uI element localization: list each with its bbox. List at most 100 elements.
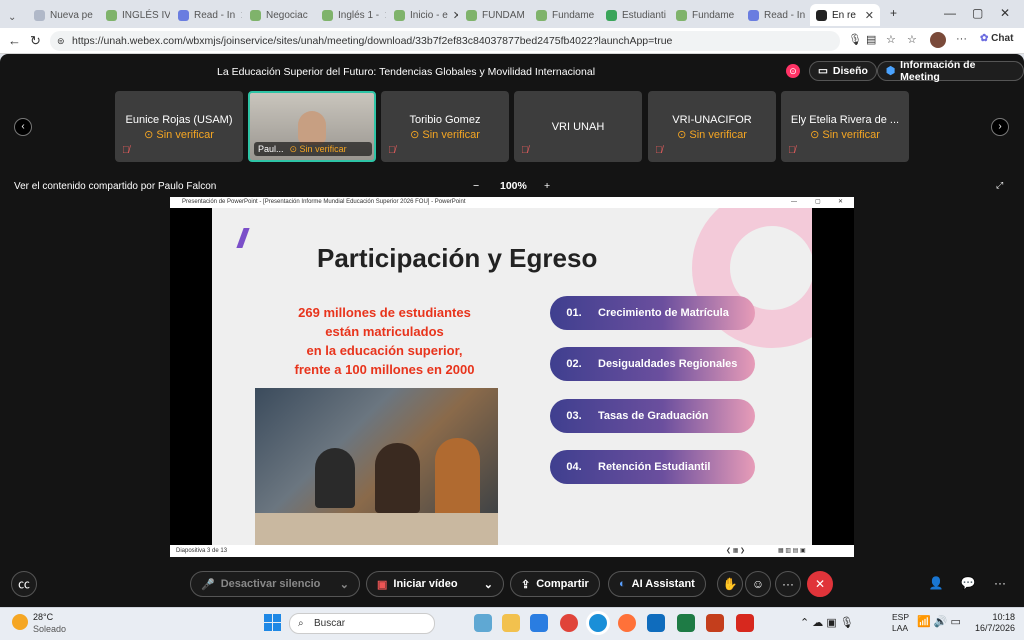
- browser-tab[interactable]: Inicio - e ✕: [388, 4, 458, 26]
- ai-assistant-button[interactable]: ◐ AI Assistant: [608, 571, 706, 597]
- more-panels-icon[interactable]: ···: [987, 571, 1013, 597]
- captions-icon[interactable]: ㏄: [11, 571, 37, 597]
- back-icon[interactable]: ←: [8, 33, 21, 48]
- tab-close-icon[interactable]: ✕: [384, 9, 386, 22]
- mic-icon[interactable]: 🎙: [848, 33, 862, 46]
- slide-accent: [236, 228, 250, 248]
- tab-label: En re: [832, 9, 856, 21]
- next-participants-button[interactable]: ›: [991, 118, 1009, 136]
- browser-tab[interactable]: Estudianti✕: [600, 4, 668, 26]
- acrobat-icon[interactable]: [736, 614, 754, 632]
- browser-tab[interactable]: En re ✕: [810, 4, 880, 26]
- reader-icon[interactable]: ▤: [866, 33, 876, 46]
- browser-tab[interactable]: FUNDAM✕: [460, 4, 528, 26]
- reactions-icon[interactable]: ☺: [745, 571, 771, 597]
- participant-tile[interactable]: Paul... ⊙ Sin verificar: [248, 91, 376, 162]
- share-button[interactable]: ⇪ Compartir: [510, 571, 600, 597]
- zoom-in-button[interactable]: +: [544, 180, 550, 192]
- tab-close-icon[interactable]: ✕: [865, 9, 874, 22]
- browser-tab[interactable]: Inglés 1 - ✕: [316, 4, 386, 26]
- start-video-button[interactable]: ▣ Iniciar vídeo ⌄: [366, 571, 504, 597]
- taskbar-search[interactable]: ⌕ Buscar: [289, 613, 435, 634]
- tray-icons[interactable]: ⌃ ☁ ▣ 🎙: [800, 616, 854, 629]
- edge-icon[interactable]: [589, 614, 607, 632]
- file-explorer-icon[interactable]: [502, 614, 520, 632]
- copilot-taskbar-icon[interactable]: [474, 614, 492, 632]
- chevron-down-icon[interactable]: ⌄: [484, 578, 493, 591]
- site-info-icon[interactable]: ⊜: [57, 31, 65, 51]
- slide-counter: Diapositiva 3 de 13: [176, 548, 228, 554]
- tab-close-icon[interactable]: ✕: [453, 9, 458, 22]
- layout-icon: ▭: [818, 65, 828, 77]
- tab-close-icon[interactable]: ✕: [739, 9, 740, 22]
- more-menu-icon[interactable]: ···: [956, 33, 967, 45]
- participant-tile[interactable]: Ely Etelia Rivera de ... ⊙ Sin verificar 🎙…: [781, 91, 909, 162]
- reload-icon[interactable]: ↻: [30, 33, 41, 49]
- participant-tile[interactable]: VRI UNAH 🎙̸: [514, 91, 642, 162]
- copilot-chat-button[interactable]: ✿ Chat: [980, 33, 1013, 44]
- browser-tab[interactable]: Fundame✕: [670, 4, 740, 26]
- outlook-new-icon[interactable]: [647, 614, 665, 632]
- new-tab-button[interactable]: +: [890, 6, 897, 20]
- leave-meeting-button[interactable]: ✕: [807, 571, 833, 597]
- minimize-button[interactable]: —: [944, 6, 956, 20]
- meeting-info-button[interactable]: ⬢ Información de Meeting: [877, 59, 1024, 83]
- more-options-icon[interactable]: ···: [775, 571, 801, 597]
- participant-status: ⊙ Sin verificar: [677, 129, 747, 141]
- browser-tab[interactable]: Read - In ✕: [172, 4, 242, 26]
- ppt-minimize-icon[interactable]: —: [791, 197, 797, 208]
- zoom-out-button[interactable]: −: [473, 180, 479, 192]
- close-window-button[interactable]: ✕: [1000, 6, 1010, 20]
- raise-hand-icon[interactable]: ✋: [717, 571, 743, 597]
- profile-avatar[interactable]: [930, 32, 946, 48]
- slide-item-4: 04. Retención Estudiantil: [550, 450, 755, 484]
- prev-slide-icon[interactable]: ❮ ▦ ❯: [726, 545, 745, 557]
- fullscreen-icon[interactable]: ⤢: [996, 180, 1003, 191]
- participant-name: Toribio Gomez: [409, 114, 481, 126]
- ppt-close-icon[interactable]: ✕: [838, 197, 843, 208]
- favorite-star-icon[interactable]: ☆: [886, 33, 896, 46]
- tab-favicon-icon: [748, 9, 759, 21]
- tab-list-button[interactable]: ⌄: [2, 6, 22, 28]
- view-buttons[interactable]: ▦ ▥ ▤ ▣: [778, 545, 806, 557]
- tab-close-icon[interactable]: ✕: [240, 9, 242, 22]
- participant-tile[interactable]: Eunice Rojas (USAM) ⊙ Sin verificar 🎙̸: [115, 91, 243, 162]
- participant-tile[interactable]: VRI-UNACIFOR ⊙ Sin verificar 🎙̸: [648, 91, 776, 162]
- share-label-btn: Compartir: [536, 578, 589, 590]
- recording-icon[interactable]: ⊙: [786, 64, 800, 78]
- design-button[interactable]: ▭ Diseño: [809, 61, 877, 81]
- start-icon[interactable]: [264, 614, 281, 631]
- chat-label: Chat: [991, 33, 1014, 44]
- lang-1: ESP: [892, 612, 910, 622]
- tab-label: Estudianti: [622, 9, 666, 21]
- powerpoint-icon[interactable]: [706, 614, 724, 632]
- unmute-button[interactable]: 🎤 Desactivar silencio ⌄: [190, 571, 360, 597]
- network-volume-battery-icons[interactable]: 📶 🔊 ▭: [917, 615, 961, 628]
- tab-favicon-icon: [816, 9, 827, 21]
- chrome-icon[interactable]: [560, 614, 578, 632]
- browser-tab[interactable]: INGLÉS IV✕: [100, 4, 170, 26]
- ppt-restore-icon[interactable]: ▢: [815, 197, 821, 208]
- browser-tab[interactable]: Fundame✕: [530, 4, 598, 26]
- browser-tab[interactable]: Read - In ✕: [742, 4, 808, 26]
- participants-icon[interactable]: 👤: [923, 571, 949, 597]
- chevron-down-icon[interactable]: ⌄: [340, 578, 349, 591]
- participant-tile[interactable]: Toribio Gomez ⊙ Sin verificar 🎙̸: [381, 91, 509, 162]
- prev-participants-button[interactable]: ‹: [14, 118, 32, 136]
- maximize-button[interactable]: ▢: [972, 6, 983, 20]
- ai-label: AI Assistant: [631, 578, 695, 590]
- chat-icon[interactable]: 💬: [955, 571, 981, 597]
- excel-icon[interactable]: [677, 614, 695, 632]
- meeting-title: La Educación Superior del Futuro: Tenden…: [217, 66, 596, 78]
- browser-tab[interactable]: Negociac ✕: [244, 4, 314, 26]
- browser-tab[interactable]: Nueva pe✕: [28, 4, 98, 26]
- favorites-icon[interactable]: ☆: [907, 33, 917, 46]
- url-field[interactable]: ⊜ https://unah.webex.com/wbxmjs/joinserv…: [50, 31, 840, 51]
- tab-close-icon[interactable]: ✕: [313, 9, 314, 22]
- weather-icon[interactable]: [12, 614, 28, 630]
- firefox-icon[interactable]: [618, 614, 636, 632]
- copilot-icon: ✿: [980, 33, 989, 44]
- tab-label: Negociac: [266, 9, 308, 21]
- outlook-icon[interactable]: [530, 614, 548, 632]
- ai-icon: ◐: [619, 578, 626, 590]
